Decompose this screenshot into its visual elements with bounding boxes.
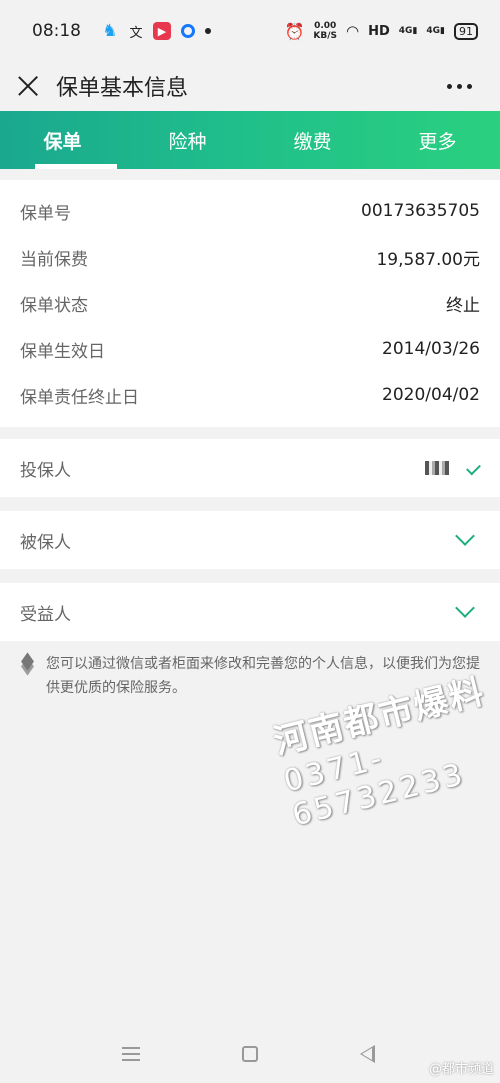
policy-number-value: 00173635705 (361, 201, 480, 221)
signal-icon-1: 4G▮ (398, 26, 418, 36)
end-date-row: 保单责任终止日 2020/04/02 (0, 372, 500, 418)
premium-row: 当前保费 19,587.00元 (0, 234, 500, 280)
wifi-icon: ◠ (346, 22, 360, 40)
status-bar: 08:18 ♞ 文 ▶ ⏰ 0.00 KB/S ◠ HD 4G▮ 4G▮ 91 (0, 0, 500, 62)
policy-status-value: 终止 (446, 295, 480, 316)
chevron-down-icon[interactable] (455, 526, 475, 546)
effective-date-row: 保单生效日 2014/03/26 (0, 326, 500, 372)
back-icon[interactable] (360, 1045, 375, 1063)
qq-icon: ♞ (102, 21, 118, 41)
net-speed: 0.00 KB/S (313, 21, 338, 41)
menu-icon[interactable] (122, 1047, 140, 1061)
battery-icon: 91 (454, 22, 478, 40)
notification-icons: ♞ 文 ▶ (101, 21, 211, 41)
page-title: 保单基本信息 (56, 76, 189, 101)
policy-number-label: 保单号 (20, 203, 71, 224)
status-time: 08:18 (32, 21, 81, 41)
home-icon[interactable] (242, 1046, 258, 1062)
policy-number-row: 保单号 00173635705 (0, 188, 500, 234)
alarm-icon: ⏰ (284, 21, 305, 41)
hd-badge: HD (368, 23, 390, 39)
beneficiary-label: 受益人 (20, 604, 71, 625)
browser-icon (179, 22, 197, 40)
system-icons: ⏰ 0.00 KB/S ◠ HD 4G▮ 4G▮ 91 (284, 21, 478, 41)
signal-icon-2: 4G▮ (426, 26, 445, 36)
policy-info-card: 保单号 00173635705 当前保费 19,587.00元 保单状态 终止 … (0, 180, 500, 427)
effective-date-value: 2014/03/26 (382, 339, 480, 359)
chevron-down-icon[interactable] (455, 598, 475, 618)
policy-status-label: 保单状态 (20, 295, 88, 316)
policy-status-row: 保单状态 终止 (0, 280, 500, 326)
tab-bar: 保单 险种 缴费 更多 (0, 111, 500, 169)
system-nav-bar (0, 1030, 500, 1078)
more-options-icon[interactable] (447, 83, 472, 89)
video-app-icon: ▶ (153, 22, 171, 40)
weibo-watermark: @都市频道 (428, 1062, 494, 1077)
insured-label: 被保人 (20, 532, 71, 553)
layers-icon (20, 656, 36, 672)
close-icon[interactable] (16, 74, 40, 98)
tab-more[interactable]: 更多 (375, 111, 500, 169)
end-date-label: 保单责任终止日 (20, 387, 139, 408)
effective-date-label: 保单生效日 (20, 341, 105, 362)
more-notifications-icon (205, 28, 211, 34)
policyholder-label: 投保人 (20, 460, 71, 481)
end-date-value: 2020/04/02 (382, 385, 480, 405)
policyholder-name-blurred (425, 461, 449, 475)
tab-policy[interactable]: 保单 (0, 111, 125, 169)
premium-value: 19,587.00元 (376, 249, 480, 270)
premium-label: 当前保费 (20, 249, 88, 270)
policyholder-section[interactable]: 投保人 (0, 439, 500, 497)
translate-icon: 文 (129, 25, 143, 41)
beneficiary-section[interactable]: 受益人 (0, 583, 500, 641)
title-bar: 保单基本信息 (0, 62, 500, 110)
tab-coverage[interactable]: 险种 (125, 111, 250, 169)
insured-section[interactable]: 被保人 (0, 511, 500, 569)
check-icon (466, 460, 481, 476)
tab-payment[interactable]: 缴费 (250, 111, 375, 169)
